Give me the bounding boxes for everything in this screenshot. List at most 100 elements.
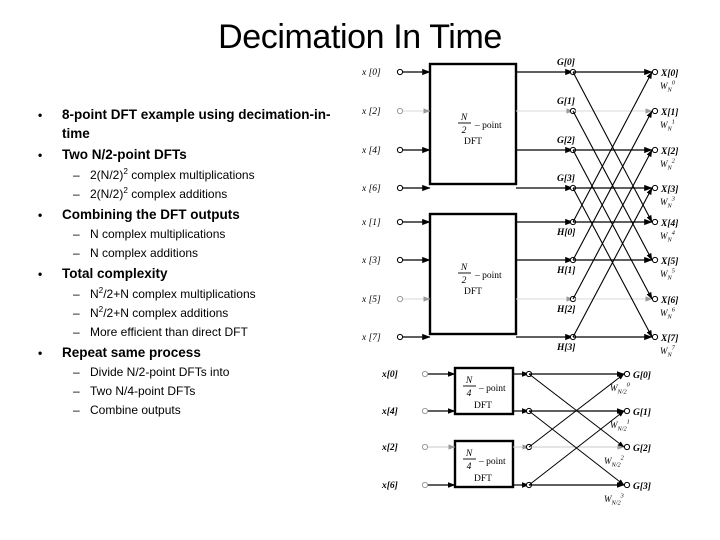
twiddle-label: WN7 — [660, 345, 676, 359]
block-fraction-numerator: N — [460, 263, 468, 273]
list-item-label: 2(N/2)2 complex additions — [90, 185, 228, 201]
block-dft-label: DFT — [474, 401, 492, 411]
list-item-label: N2/2+N complex additions — [90, 304, 229, 320]
input-label: x [7] — [361, 333, 381, 343]
mid-node-label: G[0] — [557, 58, 575, 68]
block-dft-label: DFT — [464, 137, 482, 147]
bullet-marker: – — [73, 365, 80, 379]
bullet-marker: – — [73, 305, 80, 320]
list-item: – Two N/4-point DFTs — [30, 382, 350, 400]
top-butterfly-horizontals — [573, 68, 653, 341]
bullet-marker: • — [38, 267, 43, 281]
top-inputs-lower: x [1] x [3] x [5] x [7] — [361, 218, 431, 343]
top-outputs: X[0] WN0 X[1] WN1 X[2] WN2 X[3] WN3 X[4]… — [651, 68, 678, 359]
bullet-marker: – — [73, 167, 80, 182]
bullet-marker: • — [38, 345, 43, 360]
list-item-label: N complex additions — [90, 246, 199, 260]
block-fraction-denominator: 2 — [462, 126, 467, 136]
list-item: • 8-point DFT example using decimation-i… — [30, 106, 350, 143]
twiddle-label: WN1 — [660, 119, 675, 133]
block-dft-label: DFT — [464, 287, 482, 297]
list-item-label: Repeat same process — [62, 344, 201, 360]
twiddle-label: WN0 — [660, 80, 676, 94]
block-point-label: – point — [474, 121, 502, 131]
list-item-label: 8-point DFT example using decimation-in-… — [62, 107, 331, 141]
input-label: x [3] — [361, 256, 381, 266]
output-label: G[2] — [633, 444, 651, 454]
list-item: • Two N/2-point DFTs — [30, 146, 350, 165]
bullet-marker: – — [73, 403, 80, 417]
list-item-label: More efficient than direct DFT — [90, 324, 248, 339]
input-label: x [0] — [361, 68, 381, 78]
block-fraction-denominator: 4 — [467, 462, 472, 472]
bottom-block-output-stubs — [513, 371, 530, 488]
output-label: X[2] — [660, 147, 678, 157]
mid-node-label: H[2] — [556, 305, 575, 315]
twiddle-label: WN2 — [660, 158, 676, 172]
mid-node-label: G[2] — [557, 136, 575, 146]
output-label: G[3] — [633, 482, 651, 492]
bottom-mid-nodes — [525, 370, 533, 489]
bullet-marker: – — [73, 384, 80, 398]
top-dft-block-lower: N 2 – point DFT — [428, 212, 518, 336]
output-label: X[1] — [660, 108, 678, 118]
block-dft-label: DFT — [474, 474, 492, 484]
list-item: • Combining the DFT outputs — [30, 206, 350, 225]
list-item: – Combine outputs — [30, 401, 350, 419]
list-item-label: Two N/4-point DFTs — [90, 384, 196, 398]
twiddle-label: WN5 — [660, 268, 675, 282]
bottom-inputs: x[0] x[4] x[2] x[6] — [381, 370, 456, 491]
bullet-list: • 8-point DFT example using decimation-i… — [30, 103, 350, 420]
block-fraction-denominator: 2 — [462, 276, 467, 286]
block-fraction-numerator: N — [460, 113, 468, 123]
input-label: x[4] — [381, 407, 398, 417]
mid-node-label: H[3] — [556, 343, 575, 353]
input-label: x [4] — [361, 146, 381, 156]
output-label: X[6] — [660, 296, 678, 306]
bullet-marker: • — [38, 207, 43, 222]
top-mid-nodes: G[0] G[1] G[2] G[3] H[0] H[1] H[2] H[3] — [556, 58, 577, 353]
bullet-marker: – — [73, 286, 80, 301]
block-fraction-numerator: N — [465, 376, 473, 386]
list-item-label: 2(N/2)2 complex multiplications — [90, 166, 255, 182]
list-item: – N complex additions — [30, 244, 350, 262]
list-item-label: Two N/2-point DFTs — [62, 147, 187, 162]
bullet-marker: • — [38, 148, 43, 162]
block-fraction-denominator: 4 — [467, 389, 472, 399]
list-item-label: N2/2+N complex multiplications — [90, 285, 256, 301]
list-item: – N2/2+N complex multiplications — [30, 285, 350, 303]
list-item: – More efficient than direct DFT — [30, 323, 350, 341]
top-inputs-upper: x [0] x [2] x [4] x [6] — [361, 68, 431, 194]
block-point-label: – point — [474, 271, 502, 281]
input-label: x[2] — [381, 443, 398, 453]
block-point-label: – point — [478, 384, 506, 394]
input-label: x [2] — [361, 107, 381, 117]
twiddle-label: WN/23 — [604, 493, 624, 507]
output-label: X[0] — [660, 69, 678, 79]
list-item-label: Combining the DFT outputs — [62, 206, 240, 222]
fft-flow-diagram: N 2 – point DFT N 2 – point DFT x [0] x … — [361, 58, 678, 507]
input-label: x [1] — [361, 218, 381, 228]
top-dft-block-upper: N 2 – point DFT — [428, 62, 518, 186]
twiddle-label: WN3 — [660, 196, 675, 210]
output-label: X[4] — [660, 219, 678, 229]
output-label: G[0] — [633, 371, 651, 381]
top-butterfly-diagonals — [572, 71, 653, 338]
input-label: x [6] — [361, 184, 381, 194]
list-item: • Repeat same process — [30, 344, 350, 363]
list-item: – N2/2+N complex additions — [30, 304, 350, 322]
mid-node-label: H[1] — [556, 266, 575, 276]
top-block-output-stubs — [516, 68, 574, 341]
twiddle-label: WN/22 — [604, 455, 625, 469]
list-item-label: N complex multiplications — [90, 227, 226, 241]
mid-node-label: G[3] — [557, 174, 575, 184]
block-fraction-numerator: N — [465, 449, 473, 459]
bottom-dft-block-lower: N 4 – point DFT — [453, 439, 515, 489]
list-item: • Total complexity — [30, 265, 350, 284]
input-label: x[6] — [381, 481, 398, 491]
bullet-marker: • — [38, 108, 43, 122]
mid-node-label: H[0] — [556, 228, 575, 238]
bottom-dft-block-upper: N 4 – point DFT — [453, 366, 515, 416]
mid-node-label: G[1] — [557, 97, 575, 107]
input-label: x[0] — [381, 370, 398, 380]
